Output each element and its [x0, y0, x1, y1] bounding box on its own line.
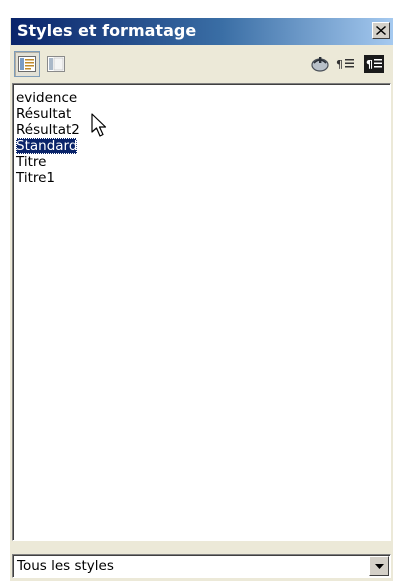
character-styles-button[interactable] — [43, 51, 69, 77]
style-filter-dropdown[interactable]: Tous les styles — [12, 554, 391, 578]
fill-format-mode-button[interactable] — [307, 51, 333, 77]
chevron-down-icon — [374, 563, 384, 569]
svg-text:¶: ¶ — [336, 58, 343, 71]
paragraph-styles-icon — [18, 56, 36, 72]
style-filter-value: Tous les styles — [17, 558, 114, 574]
new-style-icon: ¶ — [336, 58, 354, 71]
window-title: Styles et formatage — [17, 21, 197, 40]
dropdown-button[interactable] — [369, 556, 389, 576]
styles-formatting-window: Styles et formatage ¶ ¶ evidence Résulta… — [10, 18, 393, 581]
list-item[interactable]: Titre — [16, 154, 390, 170]
mouse-pointer-icon — [91, 113, 107, 137]
toolbar: ¶ ¶ — [11, 45, 393, 83]
list-item[interactable]: Résultat — [16, 106, 390, 122]
svg-text:¶: ¶ — [366, 58, 373, 71]
fill-format-icon — [311, 57, 329, 72]
list-item[interactable]: evidence — [16, 90, 390, 106]
update-style-button[interactable]: ¶ — [361, 51, 387, 77]
close-icon — [376, 26, 386, 35]
styles-list[interactable]: evidence Résultat Résultat2 Standard Tit… — [12, 83, 391, 541]
paragraph-styles-button[interactable] — [14, 51, 40, 77]
close-button[interactable] — [372, 22, 390, 39]
list-item[interactable]: Résultat2 — [16, 122, 390, 138]
list-item[interactable]: Titre1 — [16, 170, 390, 186]
update-style-icon: ¶ — [364, 55, 384, 73]
character-styles-icon — [47, 56, 65, 72]
new-style-from-selection-button[interactable]: ¶ — [333, 51, 359, 77]
title-bar[interactable]: Styles et formatage — [11, 18, 393, 45]
list-item-selected[interactable]: Standard — [16, 138, 390, 154]
